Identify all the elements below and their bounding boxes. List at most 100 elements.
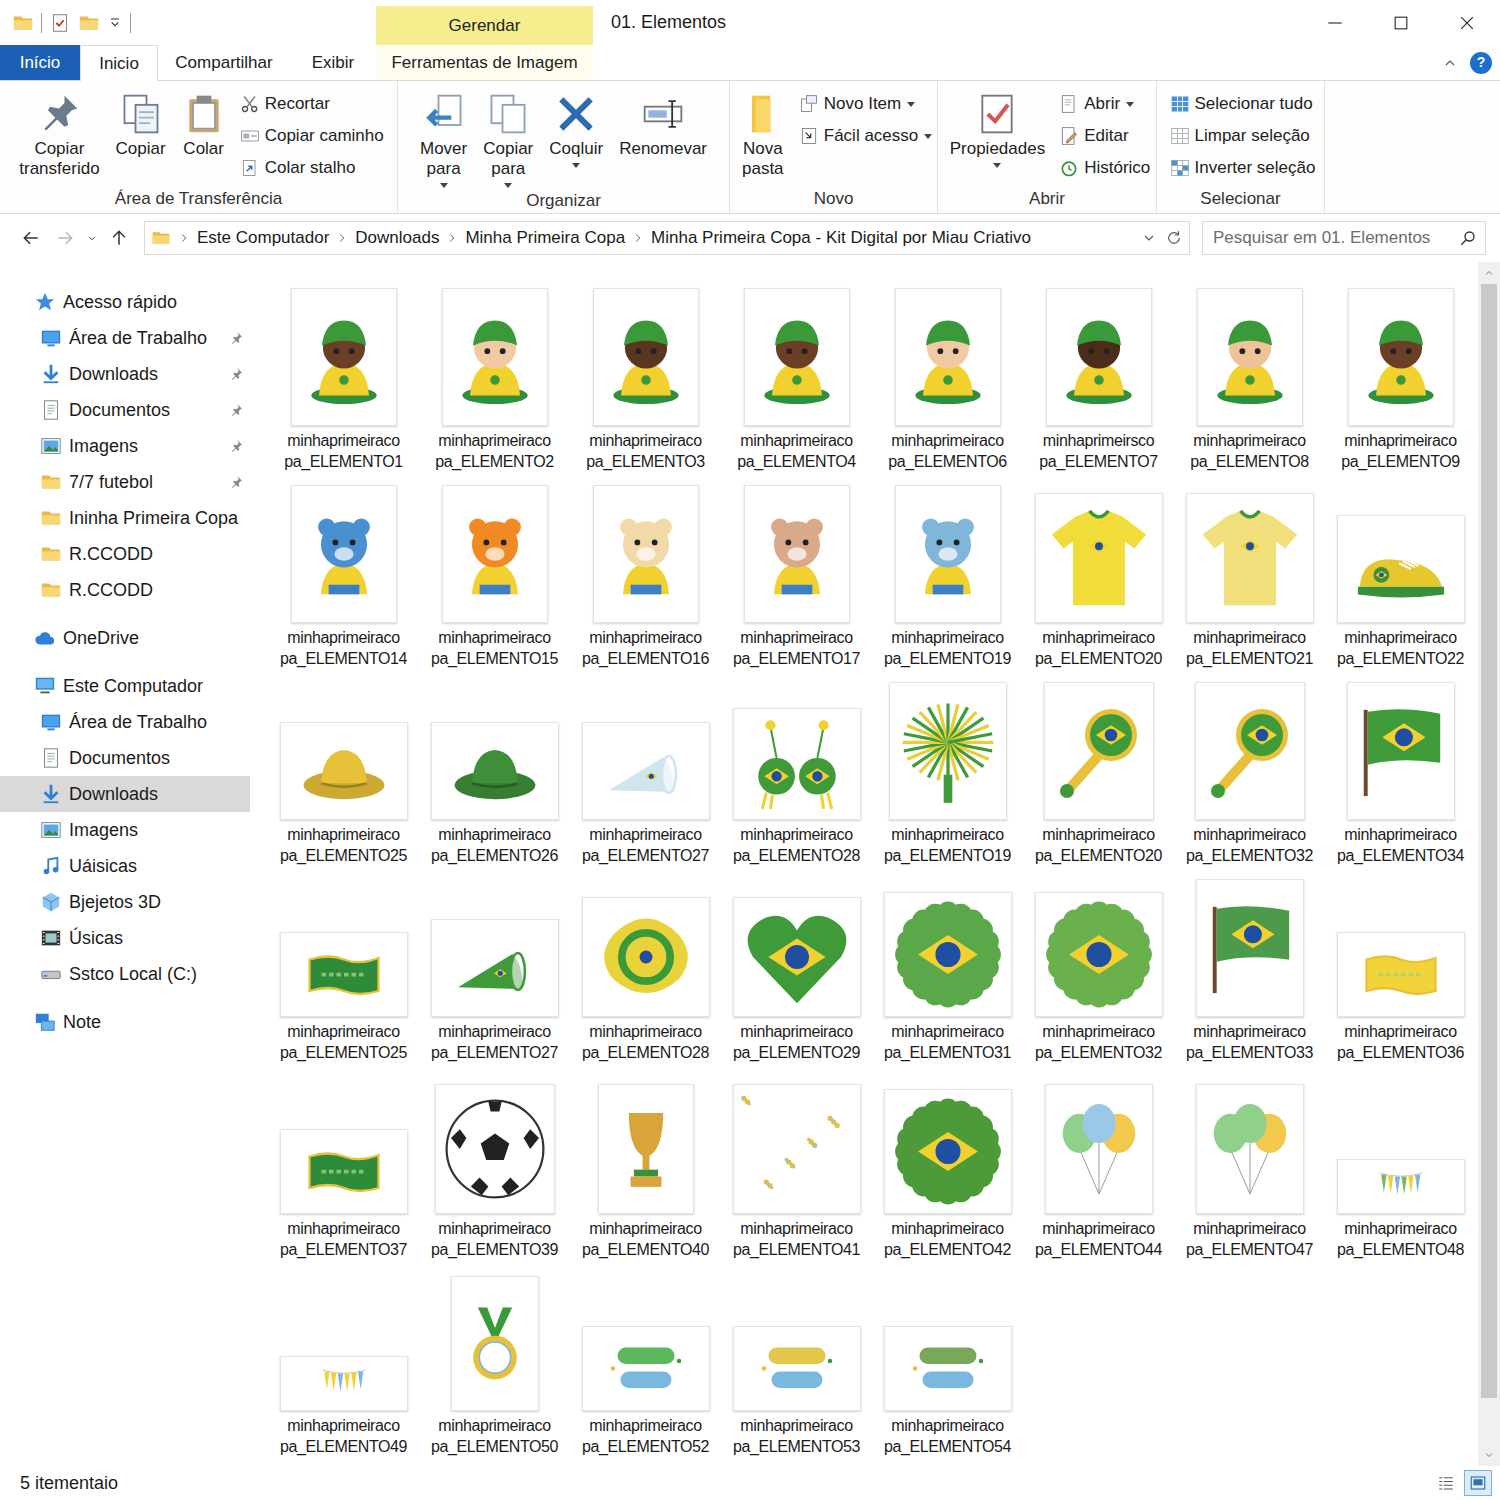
file-item[interactable]: minhaprimeiracopa_ELEMENTO37 (268, 1068, 419, 1265)
ribbon-button[interactable]: Histórico (1059, 153, 1150, 182)
file-item[interactable]: minhaprimeiracopa_ELEMENTO26 (419, 674, 570, 871)
ribbon-button[interactable]: Recortar (240, 89, 384, 118)
file-item[interactable]: minhaprimeiracopa_ELEMENTO34 (1325, 674, 1476, 871)
file-item[interactable]: minhaprimeiracopa_ELEMENTO1 (268, 280, 419, 477)
sidebar-item[interactable]: R.CCODD (0, 536, 250, 572)
sidebar-item[interactable]: Downloads (0, 776, 250, 812)
file-item[interactable]: minhaprimeiracopa_ELEMENTO19 (872, 477, 1023, 674)
sidebar-item[interactable]: Sstco Local (C:) (0, 956, 250, 992)
file-item[interactable]: minhaprimeiracopa_ELEMENTO48 (1325, 1068, 1476, 1265)
minimize-button[interactable] (1302, 0, 1368, 45)
details-view-button[interactable] (1432, 1470, 1460, 1496)
file-item[interactable]: minhaprimeiracopa_ELEMENTO16 (570, 477, 721, 674)
file-item[interactable]: minhaprimeiracopa_ELEMENTO36 (1325, 871, 1476, 1068)
file-item[interactable]: minhaprimeiracopa_ELEMENTO15 (419, 477, 570, 674)
sidebar-item[interactable]: Documentos (0, 740, 250, 776)
ribbon-button[interactable]: Colar (176, 87, 232, 161)
sidebar-item[interactable]: Uáisicas (0, 848, 250, 884)
breadcrumb-item[interactable]: Downloads (355, 227, 439, 248)
file-item[interactable]: minhaprimeiracopa_ELEMENTO53 (721, 1265, 872, 1462)
file-item[interactable]: minhaprimeiracopa_ELEMENTO28 (721, 674, 872, 871)
ribbon-button[interactable]: Selecionar tudo (1170, 89, 1316, 118)
sidebar-item[interactable]: Documentos (0, 392, 250, 428)
large-icons-view-button[interactable] (1464, 1470, 1492, 1496)
file-item[interactable]: minhaprimeiracopa_ELEMENTO3 (570, 280, 721, 477)
ribbon-button[interactable]: Copiar caminho (240, 121, 384, 150)
address-history-button[interactable] (1141, 230, 1157, 246)
help-button[interactable]: ? (1470, 52, 1492, 74)
ribbon-button[interactable]: Propiedades (944, 87, 1051, 170)
file-item[interactable]: minhaprimeiracopa_ELEMENTO47 (1174, 1068, 1325, 1265)
sidebar-item[interactable]: Imagens (0, 812, 250, 848)
up-button[interactable] (102, 221, 136, 255)
refresh-button[interactable] (1165, 229, 1183, 247)
ribbon-button[interactable]: Renomevar (613, 87, 713, 161)
file-item[interactable]: minhaprimeiracopa_ELEMENTO29 (721, 871, 872, 1068)
file-item[interactable]: minhaprimeiracopa_ELEMENTO31 (872, 871, 1023, 1068)
ribbon-button[interactable]: Editar (1059, 121, 1150, 150)
file-item[interactable]: minhaprimeiracopa_ELEMENTO4 (721, 280, 872, 477)
ribbon-button[interactable]: Mover para (414, 87, 473, 190)
file-item[interactable]: minhaprimeiracopa_ELEMENTO32 (1174, 674, 1325, 871)
ribbon-button[interactable]: Copiar para (477, 87, 539, 190)
recent-locations-button[interactable] (82, 221, 102, 255)
ribbon-tab[interactable]: Inicio (80, 45, 158, 81)
sidebar-item[interactable]: Ininha Primeira Copa (0, 500, 250, 536)
file-item[interactable]: minhaprimeiracopa_ELEMENTO14 (268, 477, 419, 674)
breadcrumb-item[interactable]: Minha Primeira Copa (465, 227, 625, 248)
scroll-down-button[interactable] (1478, 1444, 1500, 1466)
file-item[interactable]: minhaprimeiracopa_ELEMENTO50 (419, 1265, 570, 1462)
scroll-thumb[interactable] (1481, 284, 1497, 1398)
breadcrumb-item[interactable]: Este Computador (197, 227, 329, 248)
sidebar-item[interactable]: Imagens (0, 428, 250, 464)
sidebar-item[interactable]: Bjejetos 3D (0, 884, 250, 920)
file-item[interactable]: minhaprimeiracopa_ELEMENTO32 (1023, 871, 1174, 1068)
sidebar-item[interactable]: R.CCODD (0, 572, 250, 608)
file-item[interactable]: minhaprimeiracopa_ELEMENTO44 (1023, 1068, 1174, 1265)
file-item[interactable]: minhaprimeiracopa_ELEMENTO33 (1174, 871, 1325, 1068)
file-item[interactable]: minhaprimeiracopa_ELEMENTO8 (1174, 280, 1325, 477)
file-item[interactable]: minhaprimeiracopa_ELEMENTO22 (1325, 477, 1476, 674)
scroll-up-button[interactable] (1478, 262, 1500, 284)
address-field[interactable]: Este Computador Downloads Minha Primeira C… (144, 221, 1190, 255)
file-item[interactable]: minhaprimeiracopa_ELEMENTO52 (570, 1265, 721, 1462)
file-item[interactable]: minhaprimeiracopa_ELEMENTO27 (419, 871, 570, 1068)
ribbon-button[interactable]: Inverter seleção (1170, 153, 1316, 182)
ribbon-button[interactable]: Copiar transferido (13, 87, 105, 181)
sidebar-item[interactable]: Área de Trabalho (0, 704, 250, 740)
file-item[interactable]: minhaprimeiracopa_ELEMENTO25 (268, 871, 419, 1068)
forward-button[interactable] (48, 221, 82, 255)
sidebar-item[interactable]: OneDrive (0, 620, 250, 656)
file-item[interactable]: minhaprimeiracopa_ELEMENTO2 (419, 280, 570, 477)
breadcrumb-item[interactable]: Minha Primeira Copa - Kit Digital por Mi… (651, 227, 1031, 248)
file-item[interactable]: minhaprimeiracopa_ELEMENTO9 (1325, 280, 1476, 477)
file-item[interactable]: minhaprimeiracopa_ELEMENTO49 (268, 1265, 419, 1462)
sidebar-item[interactable]: 7/7 futebol (0, 464, 250, 500)
file-item[interactable]: minhaprimeirscopa_ELEMENTO7 (1023, 280, 1174, 477)
file-item[interactable]: minhaprimeiracopa_ELEMENTO28 (570, 871, 721, 1068)
ribbon-button[interactable]: Abrir (1059, 89, 1150, 118)
file-item[interactable]: minhaprimeiracopa_ELEMENTO25 (268, 674, 419, 871)
file-item[interactable]: minhaprimeiracopa_ELEMENTO54 (872, 1265, 1023, 1462)
search-input[interactable] (1213, 227, 1459, 248)
ribbon-button[interactable]: Novo Item (799, 89, 932, 118)
file-item[interactable]: minhaprimeiracopa_ELEMENTO6 (872, 280, 1023, 477)
file-item[interactable]: minhaprimeiracopa_ELEMENTO21 (1174, 477, 1325, 674)
back-button[interactable] (14, 221, 48, 255)
ribbon-tab[interactable]: Ferramentas de Imagem (376, 45, 593, 80)
file-item[interactable]: minhaprimeiracopa_ELEMENTO20 (1023, 477, 1174, 674)
file-item[interactable]: minhaprimeiracopa_ELEMENTO42 (872, 1068, 1023, 1265)
ribbon-button[interactable]: Fácil acesso (799, 121, 932, 150)
close-button[interactable] (1434, 0, 1500, 45)
file-tab[interactable]: Início (0, 45, 80, 80)
sidebar-item[interactable]: Este Computador (0, 668, 250, 704)
file-item[interactable]: minhaprimeiracopa_ELEMENTO41 (721, 1068, 872, 1265)
ribbon-button[interactable]: Colar stalho (240, 153, 384, 182)
file-item[interactable]: minhaprimeiracopa_ELEMENTO17 (721, 477, 872, 674)
sidebar-item[interactable]: Downloads (0, 356, 250, 392)
ribbon-tab[interactable]: Compartilhar (158, 45, 290, 80)
file-item[interactable]: minhaprimeiracopa_ELEMENTO40 (570, 1068, 721, 1265)
ribbon-button[interactable]: Nova pasta (735, 87, 791, 181)
sidebar-item[interactable]: Úsicas (0, 920, 250, 956)
file-item[interactable]: minhaprimeiracopa_ELEMENTO39 (419, 1068, 570, 1265)
